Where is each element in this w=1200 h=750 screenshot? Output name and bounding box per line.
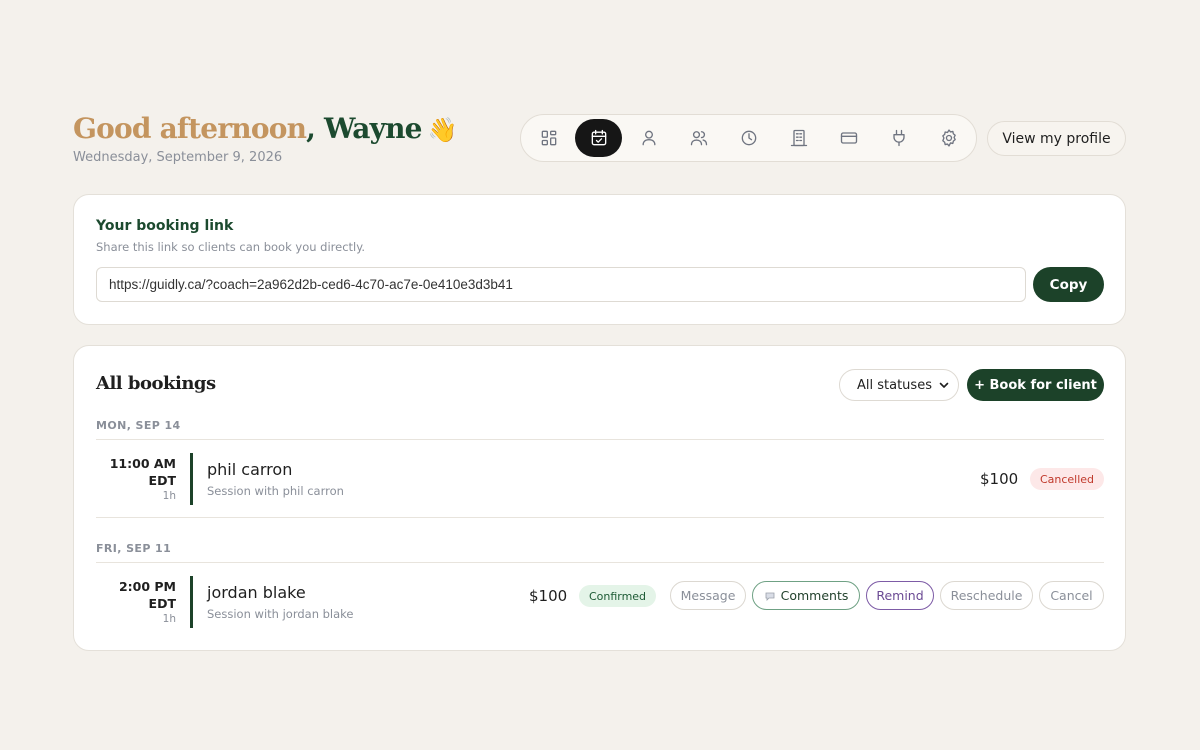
- booking-session-subtitle: Session with phil carron: [207, 484, 344, 498]
- booking-client-name: phil carron: [207, 460, 293, 479]
- divider: [96, 562, 1104, 563]
- nav-integrations[interactable]: [875, 119, 922, 157]
- calendar-icon: [591, 129, 606, 146]
- booking-row-phil-carron[interactable]: 11:00 AM EDT 1h phil carron Session with…: [96, 453, 1104, 505]
- greeting-title: Good afternoon, Wayne 👋: [73, 112, 458, 147]
- dashboard-icon: [541, 130, 556, 146]
- nav-users[interactable]: [675, 119, 722, 157]
- divider: [96, 439, 1104, 440]
- cancel-booking-button[interactable]: Cancel: [1039, 581, 1104, 610]
- booking-price: $100: [980, 470, 1019, 488]
- booking-time-line1: 2:00 PM EDT: [118, 579, 176, 611]
- bookings-card: All bookings All statuses + Book for cli…: [73, 345, 1126, 651]
- greeting-separator: ,: [306, 112, 316, 145]
- chevron-down-icon: [939, 382, 949, 388]
- status-filter-value: All statuses: [857, 377, 932, 393]
- view-profile-button[interactable]: View my profile: [987, 121, 1126, 156]
- greeting-prefix: Good afternoon: [73, 112, 307, 145]
- booking-duration: 1h: [162, 490, 176, 502]
- wave-emoji-icon: 👋: [427, 116, 458, 144]
- bookings-title: All bookings: [96, 373, 216, 394]
- main-nav: [520, 114, 977, 162]
- remind-button[interactable]: Remind: [866, 581, 934, 610]
- nav-dashboard[interactable]: [525, 119, 572, 157]
- booking-client-name: jordan blake: [207, 583, 306, 602]
- booking-link-input[interactable]: [96, 267, 1026, 302]
- booking-time-line1: 11:00 AM: [109, 456, 176, 471]
- nav-user[interactable]: [625, 119, 672, 157]
- nav-billing[interactable]: [825, 119, 872, 157]
- booking-time-line2: EDT: [148, 473, 176, 488]
- comments-label: Comments: [780, 588, 849, 603]
- current-date: Wednesday, September 9, 2026: [73, 150, 283, 165]
- booking-time: 2:00 PM EDT 1h: [96, 578, 176, 627]
- nav-building[interactable]: [775, 119, 822, 157]
- booking-link-title: Your booking link: [96, 218, 234, 234]
- nav-settings[interactable]: [925, 119, 972, 157]
- nav-clock[interactable]: [725, 119, 772, 157]
- credit-card-icon: [840, 132, 857, 144]
- booking-accent-bar: [190, 453, 193, 505]
- day-label-mon-sep-14: MON, SEP 14: [96, 419, 181, 432]
- reschedule-button[interactable]: Reschedule: [940, 581, 1033, 610]
- nav-calendar[interactable]: [575, 119, 622, 157]
- gear-icon: [941, 129, 956, 147]
- chat-bubble-icon: [765, 592, 775, 601]
- building-icon: [790, 129, 807, 147]
- status-badge-cancelled: Cancelled: [1030, 468, 1104, 490]
- status-filter-select[interactable]: All statuses: [839, 369, 959, 401]
- message-button[interactable]: Message: [670, 581, 746, 610]
- book-for-client-button[interactable]: + Book for client: [967, 369, 1104, 401]
- user-icon: [642, 130, 655, 146]
- booking-session-subtitle: Session with jordan blake: [207, 607, 354, 621]
- status-badge-confirmed: Confirmed: [579, 585, 656, 607]
- comments-button[interactable]: Comments: [752, 581, 860, 610]
- clock-icon: [741, 130, 756, 146]
- booking-price: $100: [529, 587, 568, 605]
- divider: [96, 517, 1104, 518]
- copy-link-button[interactable]: Copy: [1033, 267, 1104, 302]
- booking-row-jordan-blake[interactable]: 2:00 PM EDT 1h jordan blake Session with…: [96, 576, 1104, 628]
- booking-link-subtitle: Share this link so clients can book you …: [96, 240, 366, 254]
- page-header: Good afternoon, Wayne 👋 Wednesday, Septem…: [73, 112, 1126, 172]
- booking-link-card: Your booking link Share this link so cli…: [73, 194, 1126, 325]
- day-label-fri-sep-11: FRI, SEP 11: [96, 542, 172, 555]
- booking-duration: 1h: [162, 613, 176, 625]
- booking-time: 11:00 AM EDT 1h: [96, 455, 176, 504]
- plug-icon: [892, 129, 905, 147]
- booking-accent-bar: [190, 576, 193, 628]
- users-icon: [690, 131, 707, 146]
- greeting-name: Wayne: [315, 112, 422, 145]
